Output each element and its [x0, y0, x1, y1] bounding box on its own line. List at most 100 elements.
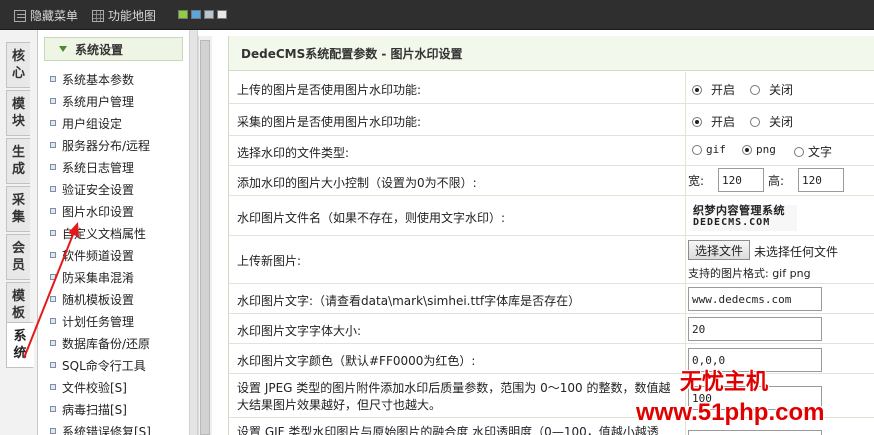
row-font-color: 水印图片文字颜色（默认#FF0000为红色）: 0,0,0: [229, 344, 874, 374]
tab-module[interactable]: 模块: [6, 90, 30, 136]
logo-text-top: 织梦内容管理系统: [693, 204, 785, 217]
menu-item-scheduled-tasks[interactable]: 计划任务管理: [50, 312, 134, 330]
menu-item-custom-attr[interactable]: 自定义文档属性: [50, 224, 146, 242]
function-map-label: 功能地图: [108, 9, 157, 23]
size-limit-label: 添加水印的图片大小控制（设置为0为不限）:: [237, 176, 477, 190]
menu-item-label: 系统用户管理: [62, 94, 135, 109]
menu-item-label: 服务器分布/远程: [62, 138, 151, 153]
tab-core[interactable]: 核心: [6, 42, 30, 88]
menu-item-label: 病毒扫描[S]: [62, 402, 127, 417]
upload-watermark-off-radio[interactable]: 关闭: [750, 81, 793, 98]
gif-alpha-input[interactable]: [688, 430, 822, 435]
radio-label: 开启: [711, 83, 736, 97]
panel-splitter[interactable]: [190, 30, 198, 435]
watermark-preview-cell: 织梦内容管理系统 DEDECMS.COM: [685, 196, 874, 235]
file-type-gif-radio[interactable]: gif: [692, 143, 726, 156]
bullet-icon: [50, 406, 56, 412]
watermark-brand-text: 无忧主机: [680, 370, 769, 395]
bullet-icon: [50, 384, 56, 390]
collect-watermark-label: 采集的图片是否使用图片水印功能:: [237, 115, 422, 129]
menu-item-anti-collect[interactable]: 防采集串混淆: [50, 268, 134, 286]
menu-item-user-group[interactable]: 用户组设定: [50, 114, 122, 132]
menu-item-label: 文件校验[S]: [62, 380, 127, 395]
radio-label: gif: [706, 143, 726, 156]
bullet-icon: [50, 208, 56, 214]
theme-swatch-white[interactable]: [217, 10, 227, 19]
tab-collect[interactable]: 采集: [6, 186, 30, 232]
menu-item-label: 软件频道设置: [62, 248, 135, 263]
menu-item-label: 系统基本参数: [62, 72, 135, 87]
menu-item-basic-params[interactable]: 系统基本参数: [50, 70, 134, 88]
menu-item-virus-scan[interactable]: 病毒扫描[S]: [50, 400, 127, 418]
menu-item-random-template[interactable]: 随机模板设置: [50, 290, 134, 308]
menu-item-log-manage[interactable]: 系统日志管理: [50, 158, 134, 176]
menu-item-server-dist[interactable]: 服务器分布/远程: [50, 136, 150, 154]
tab-system[interactable]: 系统: [6, 322, 34, 368]
bullet-icon: [50, 230, 56, 236]
row-file-type: 选择水印的文件类型: gif png 文字: [229, 136, 874, 166]
row-upload-new: 上传新图片: 选择文件 未选择任何文件 支持的图片格式: gif png: [229, 236, 874, 284]
bullet-icon: [50, 76, 56, 82]
watermark-settings-panel: DedeCMS系统配置参数 - 图片水印设置 上传的图片是否使用图片水印功能: …: [228, 36, 874, 435]
gif-alpha-label: 设置 GIF 类型水印图片与原始图片的融合度 水印透明度（0—100，值越小越透: [237, 425, 659, 435]
row-font-size: 水印图片文字字体大小: 20: [229, 314, 874, 344]
menu-item-label: 系统错误修复[S]: [62, 424, 151, 435]
upload-watermark-options: 开启 关闭: [685, 72, 874, 103]
radio-label: 关闭: [769, 83, 794, 97]
bullet-icon: [50, 362, 56, 368]
radio-label: png: [756, 143, 776, 156]
row-size-limit: 添加水印的图片大小控制（设置为0为不限）: 宽: 120 高: 120: [229, 166, 874, 196]
menu-item-security[interactable]: 验证安全设置: [50, 180, 134, 198]
bullet-icon: [50, 186, 56, 192]
tab-member[interactable]: 会员: [6, 234, 30, 280]
upload-new-controls: 选择文件 未选择任何文件 支持的图片格式: gif png: [685, 236, 874, 283]
hide-menu-button[interactable]: 隐藏菜单: [14, 7, 78, 24]
radio-label: 开启: [711, 115, 736, 129]
tab-generate[interactable]: 生成: [6, 138, 30, 184]
choose-file-button[interactable]: 选择文件: [688, 240, 750, 260]
theme-swatch-blue[interactable]: [191, 10, 201, 19]
watermark-text-input[interactable]: www.dedecms.com: [688, 287, 822, 311]
theme-swatch-green[interactable]: [178, 10, 188, 19]
module-tabs: 核心 模块 生成 采集 会员 模板 系统: [0, 30, 38, 435]
hide-menu-icon: [14, 9, 26, 22]
radio-icon: [750, 84, 760, 95]
upload-watermark-on-radio[interactable]: 开启: [692, 81, 735, 98]
logo-text-bottom: DEDECMS.COM: [693, 217, 771, 228]
width-input[interactable]: 120: [718, 168, 764, 192]
image-name-label: 水印图片文件名（如果不存在，则使用文字水印）:: [237, 211, 506, 225]
radio-checked-icon: [692, 84, 702, 95]
supported-formats-text: 支持的图片格式: gif png: [688, 267, 811, 280]
menu-item-user-manage[interactable]: 系统用户管理: [50, 92, 134, 110]
menu-item-software-channel[interactable]: 软件频道设置: [50, 246, 134, 264]
menu-item-label: 防采集串混淆: [62, 270, 135, 285]
collect-watermark-off-radio[interactable]: 关闭: [750, 113, 793, 130]
collect-watermark-on-radio[interactable]: 开启: [692, 113, 735, 130]
menu-item-file-check[interactable]: 文件校验[S]: [50, 378, 127, 396]
collect-watermark-options: 开启 关闭: [685, 104, 874, 135]
theme-swatch-gray[interactable]: [204, 10, 214, 19]
menu-item-sql-tool[interactable]: SQL命令行工具: [50, 356, 146, 374]
menu-item-watermark[interactable]: 图片水印设置: [50, 202, 134, 220]
radio-label: 关闭: [769, 115, 794, 129]
row-collect-watermark: 采集的图片是否使用图片水印功能: 开启 关闭: [229, 104, 874, 136]
radio-checked-icon: [742, 144, 752, 155]
jpeg-quality-label-2: 大结果图片效果越好，但尺寸也越大。: [237, 398, 442, 412]
menu-item-db-backup[interactable]: 数据库备份/还原: [50, 334, 150, 352]
radio-icon: [794, 146, 804, 157]
menu-item-label: 用户组设定: [62, 116, 123, 131]
file-type-text-radio[interactable]: 文字: [794, 143, 832, 160]
height-input[interactable]: 120: [798, 168, 844, 192]
font-color-label: 水印图片文字颜色（默认#FF0000为红色）:: [237, 354, 476, 368]
file-type-png-radio[interactable]: png: [742, 143, 776, 156]
menu-item-error-repair[interactable]: 系统错误修复[S]: [50, 422, 151, 435]
menu-section-header[interactable]: 系统设置: [44, 37, 183, 61]
bullet-icon: [50, 98, 56, 104]
menu-scrollbar-thumb[interactable]: [200, 40, 210, 435]
jpeg-quality-label-1: 设置 JPEG 类型的图片附件添加水印后质量参数，范围为 0～100 的整数，数…: [237, 381, 671, 395]
bullet-icon: [50, 428, 56, 434]
upload-new-label: 上传新图片:: [237, 254, 302, 268]
radio-icon: [692, 144, 702, 155]
font-size-input[interactable]: 20: [688, 317, 822, 341]
function-map-button[interactable]: 功能地图: [92, 7, 156, 24]
